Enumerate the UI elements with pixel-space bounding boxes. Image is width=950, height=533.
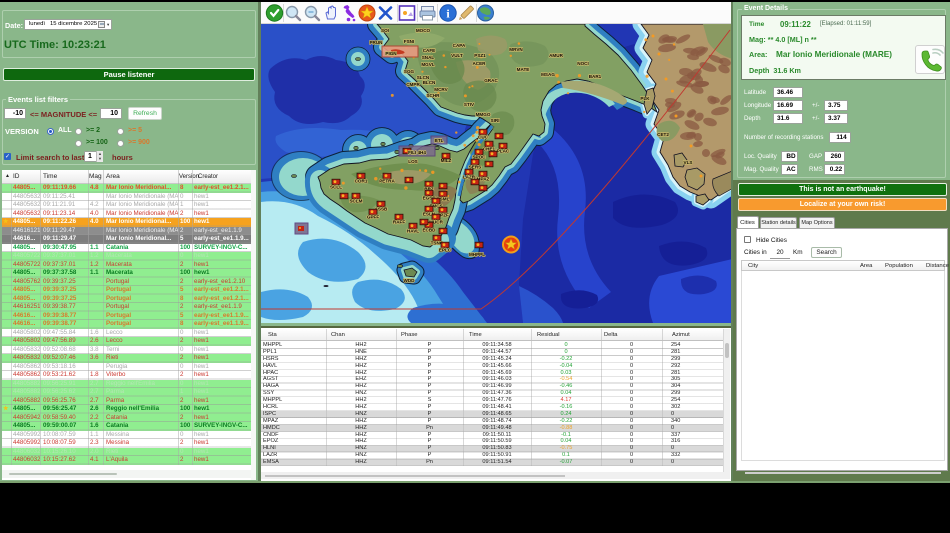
svg-text:CAFE: CAFE [423,48,436,53]
svg-text:SCHR: SCHR [426,93,440,98]
svg-text:VLS: VLS [684,160,693,165]
svg-text:CMPR: CMPR [406,82,420,87]
svg-text:PIGN: PIGN [385,51,397,56]
svg-text:CUC: CUC [478,135,489,140]
svg-text:MATE: MATE [517,67,530,72]
svg-text:WDD: WDD [404,278,416,283]
svg-text:ACER: ACER [472,61,486,66]
svg-text:PSZ1: PSZ1 [474,53,486,58]
svg-text:GRAC: GRAC [484,78,498,83]
svg-text:BAR1: BAR1 [589,74,602,79]
svg-text:NOCI: NOCI [577,61,588,66]
svg-text:SLCN: SLCN [417,75,430,80]
svg-text:AMUR: AMUR [549,53,563,58]
svg-text:SERS: SERS [469,165,482,170]
svg-text:CET2: CET2 [657,132,669,137]
svg-text:VULT: VULT [451,53,463,58]
svg-text:SIRI: SIRI [491,118,500,123]
svg-text:STIV: STIV [464,102,475,107]
svg-text:MOCO: MOCO [416,28,431,33]
svg-text:LOS: LOS [408,159,417,164]
svg-text:SNAL: SNAL [422,55,435,60]
svg-text:COR1: COR1 [355,179,368,184]
svg-text:PLAC: PLAC [497,149,510,154]
svg-text:PETRA: PETRA [379,179,395,184]
svg-text:SCLM: SCLM [349,199,362,204]
svg-text:FILI 4H4: FILI 4H4 [408,150,426,155]
svg-text:FSNI: FSNI [404,39,414,44]
svg-text:RAFF: RAFF [393,220,405,225]
svg-text:ECBD: ECBD [422,228,436,233]
svg-text:PRUN: PRUN [369,40,383,45]
svg-text:MSAG: MSAG [541,72,555,77]
svg-text:BTL: BTL [435,138,444,143]
svg-text:MMGO: MMGO [476,112,491,117]
svg-text:GPFF: GPFF [367,215,379,220]
svg-text:BLCN: BLCN [423,80,436,85]
svg-text:MRVN: MRVN [509,47,523,52]
svg-text:MCRV: MCRV [434,87,448,92]
svg-text:CHE1: CHE1 [483,147,496,152]
svg-text:SOI: SOI [381,28,389,33]
svg-text:LAZR: LAZR [463,175,476,180]
svg-text:SGG: SGG [404,69,415,74]
svg-text:SCLL: SCLL [330,185,342,190]
svg-text:SPOC: SPOC [472,155,486,160]
svg-text:MHPPL: MHPPL [469,252,485,257]
svg-text:CAPA: CAPA [453,43,466,48]
svg-text:HAVL: HAVL [407,229,419,234]
svg-text:PLK: PLK [640,96,650,101]
svg-text:EPLC: EPLC [439,248,452,253]
svg-text:MGVL: MGVL [421,62,434,67]
